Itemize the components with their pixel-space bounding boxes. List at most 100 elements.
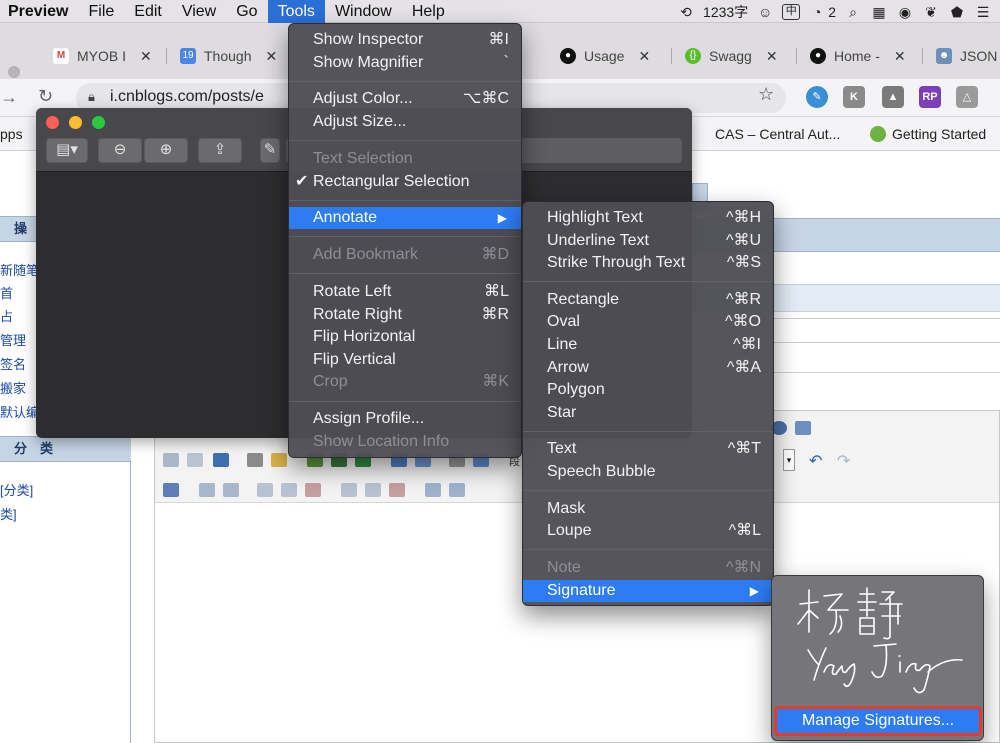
delete-col-icon[interactable] — [389, 483, 405, 497]
category-link[interactable]: 类] — [0, 504, 17, 523]
extension-shapes-icon[interactable]: ▲ — [882, 86, 904, 108]
close-tab-icon[interactable]: ✕ — [140, 48, 152, 65]
tab-thoughtworks[interactable]: 19 Though ✕ — [180, 42, 277, 70]
word-count[interactable]: 1233字 — [703, 2, 748, 22]
markup-button[interactable]: ✎ — [260, 138, 280, 163]
close-tab-icon[interactable]: ✕ — [766, 48, 778, 65]
eraser-icon[interactable] — [247, 453, 263, 467]
extension-k-icon[interactable]: K — [843, 86, 865, 108]
menu-item-star[interactable]: Star — [523, 402, 773, 424]
menu-extra-icon[interactable]: ☰ — [974, 4, 992, 20]
menu-item-line[interactable]: Line ^⌘I — [523, 334, 773, 356]
tab-myob[interactable]: M MYOB I ✕ — [53, 42, 152, 70]
row-icon[interactable] — [199, 483, 215, 497]
menubar-app-preview[interactable]: Preview — [0, 0, 78, 23]
zoom-window-icon[interactable] — [92, 116, 105, 129]
split-cells-icon[interactable] — [449, 483, 465, 497]
category-link[interactable]: [分类] — [0, 480, 33, 499]
close-tab-icon[interactable]: ✕ — [894, 48, 906, 65]
tab-json[interactable]: ☻ JSON — [936, 42, 997, 70]
menubar-help[interactable]: Help — [402, 0, 455, 23]
menu-item-strike-through-text[interactable]: Strike Through Text ^⌘S — [523, 252, 773, 274]
sidebar-link[interactable]: 占 — [0, 306, 13, 325]
menu-item-rotate-right[interactable]: Rotate Right ⌘R — [289, 304, 521, 326]
menu-item-text[interactable]: Text ^⌘T — [523, 438, 773, 460]
minimize-window-icon[interactable] — [69, 116, 82, 129]
menu-item-rotate-left[interactable]: Rotate Left ⌘L — [289, 281, 521, 303]
menu-item-show-inspector[interactable]: Show Inspector ⌘I — [289, 29, 521, 51]
menu-item-underline-text[interactable]: Underline Text ^⌘U — [523, 230, 773, 252]
indent-icon[interactable] — [257, 483, 273, 497]
link-icon[interactable] — [163, 453, 179, 467]
sidebar-link-move[interactable]: 搬家 — [0, 378, 26, 397]
sidebar-toggle-button[interactable]: ▤▾ — [46, 138, 88, 163]
menu-item-annotate[interactable]: Annotate ▶ — [289, 207, 521, 229]
menu-item-arrow[interactable]: Arrow ^⌘A — [523, 357, 773, 379]
tab-home[interactable]: ● Home - ✕ — [810, 42, 906, 70]
bookmark-getting-started[interactable]: Getting Started — [870, 126, 986, 142]
menu-item-flip-horizontal[interactable]: Flip Horizontal — [289, 326, 521, 348]
undo-icon[interactable]: ↶ — [809, 451, 822, 471]
redo-icon[interactable]: ↷ — [837, 451, 850, 471]
menu-item-adjust-size[interactable]: Adjust Size... — [289, 111, 521, 133]
tab-swagger[interactable]: {} Swagg ✕ — [685, 42, 778, 70]
menu-item-signature[interactable]: Signature ▶ — [523, 580, 773, 602]
sync-icon[interactable]: ⟲ — [677, 4, 695, 20]
extension-rp-icon[interactable]: RP — [919, 86, 941, 108]
column-icon[interactable] — [223, 483, 239, 497]
bookmark-star-icon[interactable]: ☆ — [758, 84, 774, 105]
close-window-icon[interactable] — [46, 116, 59, 129]
notification-indicator[interactable]: ◔ 2 — [808, 4, 836, 20]
search-icon[interactable]: ⌕ — [844, 4, 862, 20]
manage-signatures-button[interactable]: Manage Signatures... — [774, 706, 982, 736]
menubar-window[interactable]: Window — [325, 0, 402, 23]
menu-item-loupe[interactable]: Loupe ^⌘L — [523, 520, 773, 542]
unlink-icon[interactable] — [187, 453, 203, 467]
menu-item-mask[interactable]: Mask — [523, 498, 773, 520]
menubar-go[interactable]: Go — [226, 0, 267, 23]
menu-item-highlight-text[interactable]: Highlight Text ^⌘H — [523, 207, 773, 229]
brush-icon[interactable] — [271, 453, 287, 467]
sidebar-link-new-post[interactable]: 新随笔 — [0, 260, 39, 279]
docker-icon[interactable]: ▦ — [870, 4, 888, 20]
menubar-file[interactable]: File — [78, 0, 124, 23]
merge-cells-icon[interactable] — [425, 483, 441, 497]
extension-drive-icon[interactable]: △ — [956, 86, 978, 108]
menu-item-assign-profile[interactable]: Assign Profile... — [289, 408, 521, 430]
sidebar-link-manage[interactable]: 管理 — [0, 330, 26, 349]
menu-item-speech-bubble[interactable]: Speech Bubble — [523, 461, 773, 483]
menu-item-oval[interactable]: Oval ^⌘O — [523, 311, 773, 333]
forward-arrow-icon[interactable]: → — [0, 87, 18, 108]
extension-feather-icon[interactable]: ✎ — [806, 86, 828, 108]
insert-col-icon[interactable] — [341, 483, 357, 497]
anchor-icon[interactable] — [213, 453, 229, 467]
menu-item-rectangular-selection[interactable]: ✔ Rectangular Selection — [289, 171, 521, 193]
zoom-in-button[interactable]: ⊕ — [144, 138, 188, 163]
bookmark-apps[interactable]: pps — [0, 126, 23, 142]
window-control-icon[interactable] — [8, 66, 20, 78]
menubar-view[interactable]: View — [172, 0, 226, 23]
menubar-edit[interactable]: Edit — [124, 0, 172, 23]
globe-icon[interactable]: ◉ — [896, 4, 914, 20]
html5-icon[interactable]: ⬟ — [948, 4, 966, 20]
close-tab-icon[interactable]: ✕ — [265, 48, 277, 65]
menu-item-show-magnifier[interactable]: Show Magnifier ` — [289, 52, 521, 74]
outdent-icon[interactable] — [281, 483, 297, 497]
reload-icon[interactable]: ↻ — [38, 86, 53, 107]
close-tab-icon[interactable]: ✕ — [638, 48, 650, 65]
menu-item-adjust-color[interactable]: Adjust Color... ⌥⌘C — [289, 88, 521, 110]
saved-signature[interactable] — [778, 580, 978, 700]
bookmark-cas[interactable]: CAS – Central Aut... — [715, 126, 840, 142]
evernote-icon[interactable]: ❦ — [922, 4, 940, 20]
menubar-tools[interactable]: Tools — [267, 0, 325, 23]
share-button[interactable]: ⇪ — [198, 138, 242, 163]
sidebar-link[interactable]: 首 — [0, 283, 13, 302]
zoom-out-button[interactable]: ⊖ — [98, 138, 142, 163]
input-method-icon[interactable]: 中 — [782, 3, 801, 20]
menu-item-polygon[interactable]: Polygon — [523, 379, 773, 401]
insert-col-right-icon[interactable] — [365, 483, 381, 497]
delete-row-icon[interactable] — [305, 483, 321, 497]
tab-usage[interactable]: ● Usage ✕ — [560, 42, 650, 70]
edit-icon[interactable] — [163, 483, 179, 497]
menu-item-rectangle[interactable]: Rectangle ^⌘R — [523, 289, 773, 311]
